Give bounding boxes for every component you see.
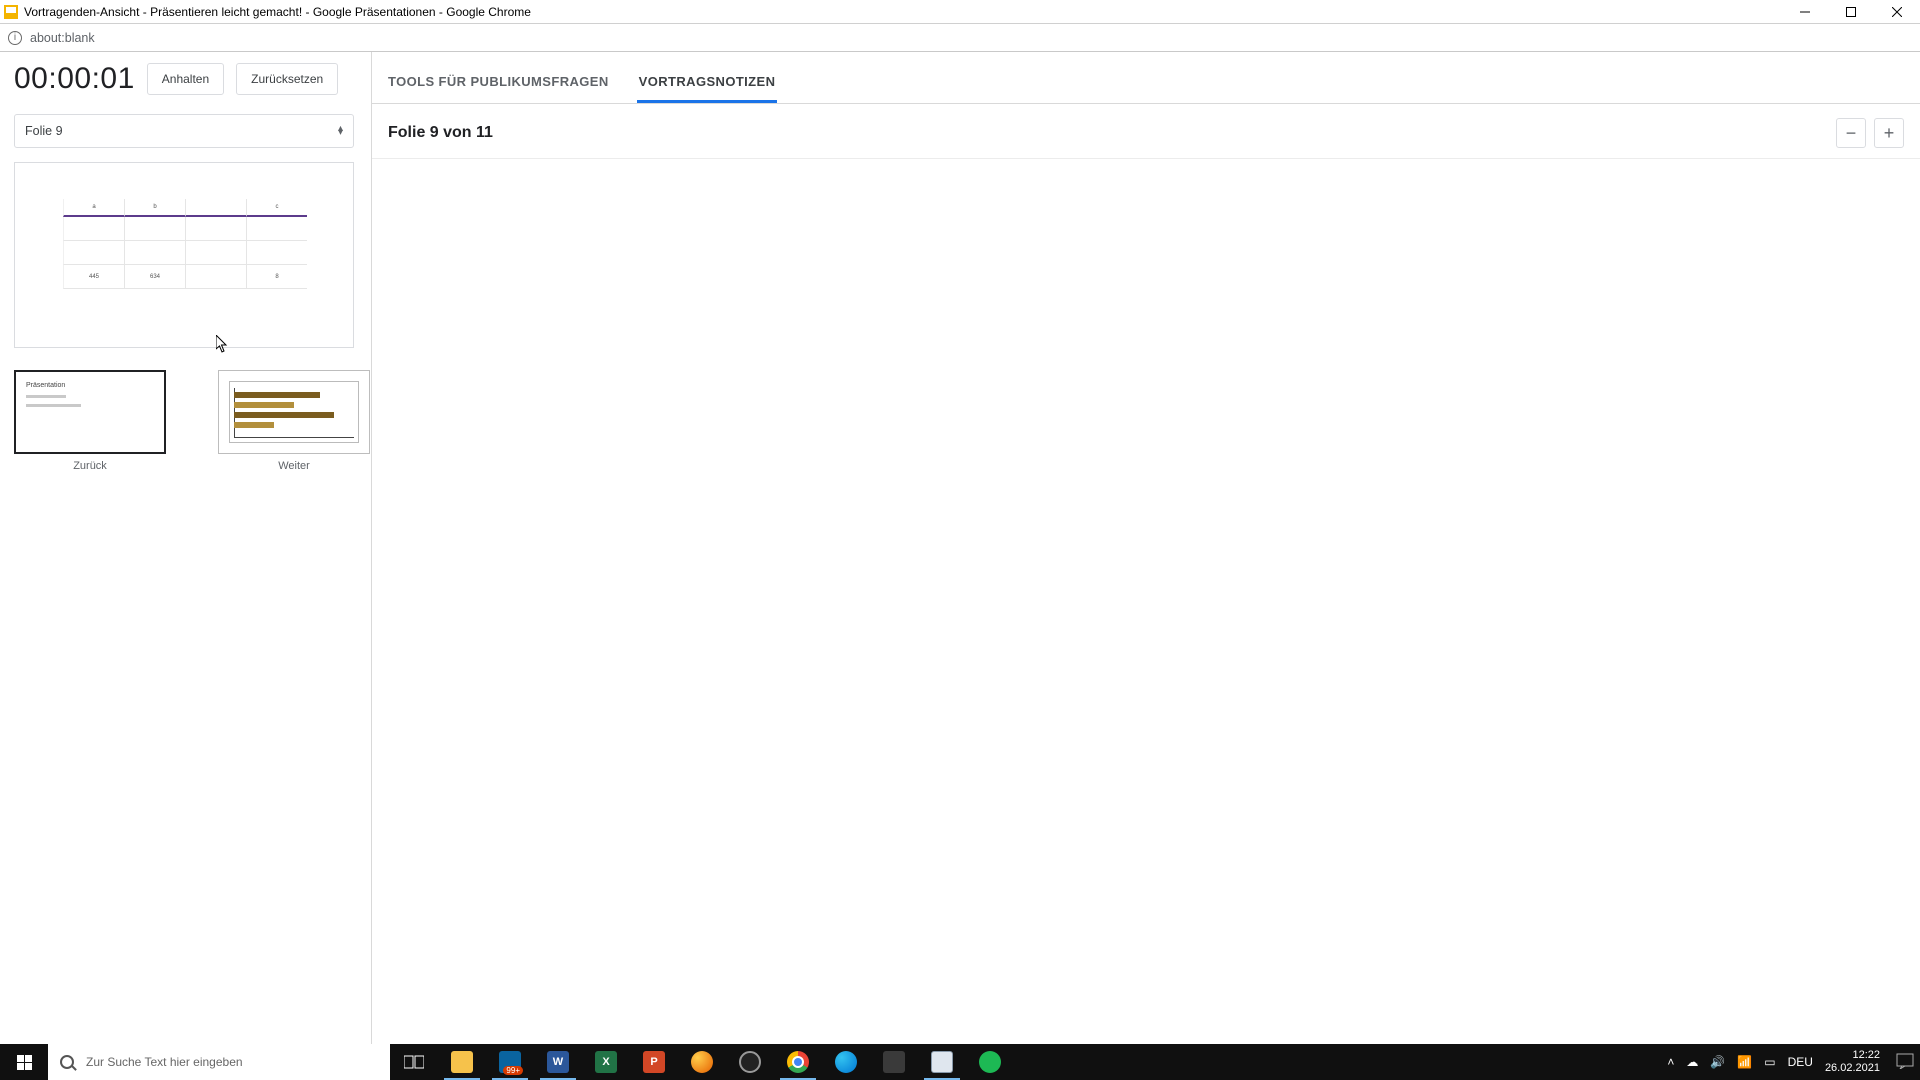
slide-content-table: abc 4456348 [63, 199, 307, 295]
excel-icon: X [595, 1051, 617, 1073]
search-placeholder: Zur Suche Text hier eingeben [86, 1055, 243, 1069]
edge-icon [835, 1051, 857, 1073]
tray-onedrive-icon[interactable]: ☁ [1686, 1055, 1698, 1069]
windows-logo-icon [17, 1055, 32, 1070]
browser-address-bar[interactable]: i about:blank [0, 24, 1920, 52]
tray-language-indicator[interactable]: DEU [1788, 1055, 1813, 1069]
slide-selector-dropdown[interactable]: Folie 9 ▴▾ [14, 114, 354, 148]
file-explorer-icon [451, 1051, 473, 1073]
notes-heading: Folie 9 von 11 [388, 124, 493, 142]
tray-network-icon[interactable]: 📶 [1737, 1055, 1752, 1069]
spotify-icon [979, 1051, 1001, 1073]
pause-button[interactable]: Anhalten [147, 63, 224, 95]
site-info-icon[interactable]: i [8, 31, 22, 45]
window-maximize-button[interactable] [1828, 0, 1874, 24]
next-label: Weiter [278, 460, 310, 472]
slide-selector-label: Folie 9 [25, 124, 63, 138]
powerpoint-icon: P [643, 1051, 665, 1073]
taskbar-app-notepad[interactable] [918, 1044, 966, 1080]
next-slide-thumbnail[interactable]: Weiter [218, 370, 370, 472]
obs-icon [739, 1051, 761, 1073]
url-text: about:blank [30, 31, 95, 45]
presentation-timer: 00:00:01 [14, 62, 135, 96]
window-close-button[interactable] [1874, 0, 1920, 24]
taskbar-app-obs[interactable] [726, 1044, 774, 1080]
chrome-icon [787, 1051, 809, 1073]
taskbar-search-input[interactable]: Zur Suche Text hier eingeben [48, 1044, 390, 1080]
tray-battery-icon[interactable]: ▭ [1764, 1055, 1775, 1069]
start-button[interactable] [0, 1044, 48, 1080]
tray-clock[interactable]: 12:22 26.02.2021 [1825, 1049, 1884, 1075]
window-minimize-button[interactable] [1782, 0, 1828, 24]
current-slide-thumbnail[interactable]: abc 4456348 [14, 162, 354, 348]
word-icon: W [547, 1051, 569, 1073]
search-icon [60, 1055, 74, 1069]
tray-volume-icon[interactable]: 🔊 [1710, 1055, 1725, 1069]
taskbar-app-explorer[interactable] [438, 1044, 486, 1080]
taskbar-app-mail[interactable]: 99+ [486, 1044, 534, 1080]
chevron-updown-icon: ▴▾ [338, 126, 343, 136]
previous-slide-thumbnail[interactable]: Präsentation Zurück [14, 370, 166, 472]
presenter-tabs: TOOLS FÜR PUBLIKUMSFRAGEN VORTRAGSNOTIZE… [372, 52, 1920, 104]
taskbar-app-excel[interactable]: X [582, 1044, 630, 1080]
notepad-icon [931, 1051, 953, 1073]
mail-icon: 99+ [499, 1051, 521, 1073]
taskbar-app-powerpoint[interactable]: P [630, 1044, 678, 1080]
task-view-icon [404, 1054, 424, 1070]
presenter-sidebar: 00:00:01 Anhalten Zurücksetzen Folie 9 ▴… [0, 52, 372, 1044]
presenter-main: TOOLS FÜR PUBLIKUMSFRAGEN VORTRAGSNOTIZE… [372, 52, 1920, 1044]
notes-zoom-out-button[interactable]: − [1836, 118, 1866, 148]
tab-speaker-notes[interactable]: VORTRAGSNOTIZEN [637, 58, 778, 103]
firefox-icon [691, 1051, 713, 1073]
previous-label: Zurück [73, 460, 107, 472]
app-icon [883, 1051, 905, 1073]
task-view-button[interactable] [390, 1044, 438, 1080]
taskbar-app-spotify[interactable] [966, 1044, 1014, 1080]
speaker-notes-area[interactable] [372, 159, 1920, 1044]
window-titlebar: Vortragenden-Ansicht - Präsentieren leic… [0, 0, 1920, 24]
tray-chevron-up-icon[interactable]: ˄ [1667, 1055, 1674, 1069]
windows-taskbar: Zur Suche Text hier eingeben 99+ W X P ˄… [0, 1044, 1920, 1080]
taskbar-app-chrome[interactable] [774, 1044, 822, 1080]
taskbar-app-generic1[interactable] [870, 1044, 918, 1080]
tray-time: 12:22 [1825, 1049, 1880, 1062]
system-tray: ˄ ☁ 🔊 📶 ▭ DEU 12:22 26.02.2021 [1667, 1044, 1920, 1080]
notes-zoom-in-button[interactable]: + [1874, 118, 1904, 148]
slides-favicon [4, 5, 18, 19]
action-center-icon[interactable] [1896, 1053, 1914, 1072]
tray-date: 26.02.2021 [1825, 1062, 1880, 1075]
reset-button[interactable]: Zurücksetzen [236, 63, 338, 95]
window-title: Vortragenden-Ansicht - Präsentieren leic… [24, 5, 531, 19]
tab-audience-tools[interactable]: TOOLS FÜR PUBLIKUMSFRAGEN [386, 58, 611, 103]
taskbar-app-firefox[interactable] [678, 1044, 726, 1080]
taskbar-app-edge[interactable] [822, 1044, 870, 1080]
taskbar-app-word[interactable]: W [534, 1044, 582, 1080]
